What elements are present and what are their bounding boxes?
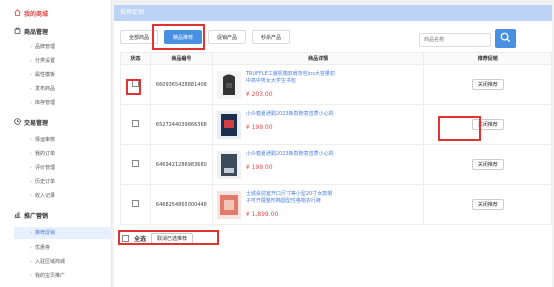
product-title[interactable]: 小众春夏通勤2023新款随意音质小心机 [246, 111, 336, 118]
cancel-recommend-button[interactable]: 取消已选推荐 [151, 233, 194, 244]
col-action: 推荐促销 [423, 52, 552, 65]
product-image[interactable] [216, 110, 241, 139]
sidebar-item-coupons[interactable]: 优惠劵 [26, 242, 112, 254]
brand-link[interactable]: 我的商城 [14, 9, 48, 18]
close-recommend-button[interactable]: 关闭推荐 [471, 79, 504, 90]
product-code: 6609365428881408 [149, 64, 213, 105]
product-price: ¥ 203.00 [245, 90, 273, 98]
product-code: 6468254865000448 [149, 184, 213, 225]
sidebar-item-brand[interactable]: 品牌管理 [26, 41, 112, 53]
search-input[interactable] [419, 33, 491, 47]
sidebar-item-inventory[interactable]: 库存管理 [26, 97, 112, 109]
sidebar-item-attribute[interactable]: 属性模板 [26, 69, 112, 81]
sidebar-item-category[interactable]: 分类设置 [26, 55, 112, 67]
main-content: 推荐促销 全部商品 精品推荐 促销产品 秒杀产品 状态 商品编号 商品详情 推荐… [114, 0, 554, 287]
table-row: 6468254865000448 土城桌前室开口尺寸等小型20寸女款帽子可开展整… [120, 184, 552, 225]
product-price: ¥ 199.00 [245, 163, 273, 171]
product-image[interactable] [216, 150, 241, 179]
product-image[interactable] [216, 70, 241, 99]
sidebar-item-my-orders[interactable]: 我的订单 [26, 148, 112, 160]
col-status: 状态 [120, 52, 151, 65]
product-code: 6527244039866368 [149, 104, 213, 145]
tab-bar: 全部商品 精品推荐 促销产品 秒杀产品 [120, 30, 291, 44]
product-price: ¥ 199.00 [245, 123, 273, 131]
product-title[interactable]: 土城桌前室开口尺寸等小型20寸女款帽子可开展整形椭圆型性格帽衣行裤 [246, 191, 336, 205]
section-goods[interactable]: 商品管理 [14, 27, 48, 36]
bag-icon [14, 27, 21, 36]
select-all-label: 全选 [134, 236, 147, 243]
product-table: 状态 商品编号 商品详情 推荐促销 6609365428881408 TRUFF… [120, 52, 552, 225]
select-all-checkbox[interactable] [122, 235, 129, 242]
brand-label: 我的商城 [24, 11, 49, 18]
sidebar-item-promotion[interactable]: 推荐促销 [14, 227, 112, 239]
row-checkbox[interactable] [131, 200, 139, 207]
page-title: 推荐促销 [114, 5, 552, 21]
table-row: 6609365428881408 TRUFFLE工装机箱双肩背包ins大容量初中… [120, 64, 552, 105]
sidebar-item-region-mall[interactable]: 入驻区域商城 [26, 256, 112, 268]
tab-flash-sale[interactable]: 秒杀产品 [252, 30, 291, 44]
product-title[interactable]: 小众春夏通勤2023新款随意音质小心机 [246, 151, 336, 158]
product-image[interactable] [216, 190, 241, 219]
col-detail: 商品详情 [211, 52, 425, 65]
row-checkbox[interactable] [131, 120, 139, 127]
table-row: 6469421286983680 小众春夏通勤2023新款随意音质小心机 ¥ 1… [120, 144, 552, 185]
sidebar-item-history[interactable]: 历史订单 [26, 176, 112, 188]
sidebar-item-income[interactable]: 收入记录 [26, 190, 112, 202]
close-recommend-button[interactable]: 关闭推荐 [471, 159, 504, 170]
sidebar-item-shipping-review[interactable]: 择运审核 [26, 134, 112, 146]
sidebar: 我的商城 商品管理 品牌管理 分类设置 属性模板 发布商品 库存管理 交易管理 … [0, 0, 112, 287]
close-recommend-button[interactable]: 关闭推荐 [471, 199, 504, 210]
product-price: ¥ 1,899.00 [245, 210, 279, 218]
close-recommend-button[interactable]: 关闭推荐 [471, 119, 504, 130]
section-trade[interactable]: 交易管理 [14, 118, 48, 127]
tab-promotion[interactable]: 促销产品 [208, 30, 247, 44]
chart-icon [14, 211, 21, 220]
section-marketing[interactable]: 推广营销 [14, 211, 48, 220]
sidebar-item-publish[interactable]: 发布商品 [26, 83, 112, 95]
sidebar-item-my-promotion[interactable]: 我的宝贝推广 [26, 270, 112, 282]
home-icon [14, 9, 21, 18]
content-panel: 全部商品 精品推荐 促销产品 秒杀产品 状态 商品编号 商品详情 推荐促销 [114, 21, 552, 287]
row-checkbox[interactable] [131, 160, 139, 167]
product-code: 6469421286983680 [149, 144, 213, 185]
table-row: 6527244039866368 小众春夏通勤2023新款随意音质小心机 ¥ 1… [120, 104, 552, 145]
row-checkbox[interactable] [131, 80, 139, 87]
tab-featured[interactable]: 精品推荐 [164, 30, 203, 44]
product-title[interactable]: TRUFFLE工装机箱双肩背包ins大容量初中高中男女大学生书包 [246, 71, 336, 85]
tab-all-goods[interactable]: 全部商品 [120, 30, 159, 44]
section-marketing-title: 推广营销 [24, 213, 49, 220]
bulk-actions: 全选 取消已选推荐 [122, 233, 194, 244]
trade-icon [14, 118, 21, 127]
col-code: 商品编号 [149, 52, 213, 65]
search-button[interactable] [495, 29, 516, 48]
sidebar-item-reviews[interactable]: 评价管理 [26, 162, 112, 174]
section-trade-title: 交易管理 [24, 120, 49, 127]
section-goods-title: 商品管理 [24, 29, 49, 36]
search-icon [500, 32, 511, 45]
